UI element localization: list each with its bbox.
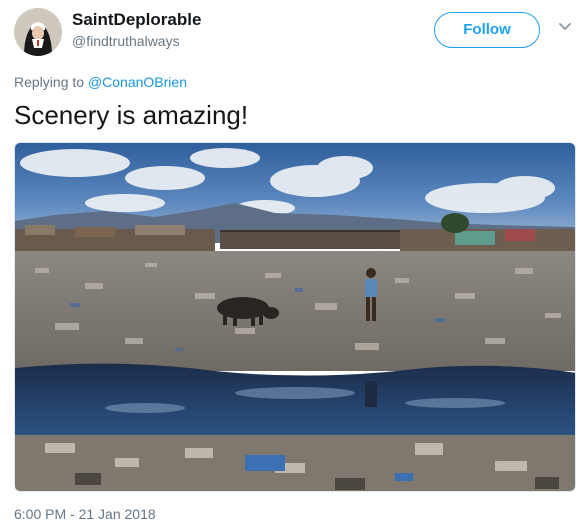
chevron-down-icon[interactable] bbox=[556, 18, 574, 36]
follow-button[interactable]: Follow bbox=[434, 12, 540, 48]
user-handle[interactable]: @findtruthalways bbox=[72, 33, 180, 49]
reply-context: Replying to @ConanOBrien bbox=[14, 74, 187, 90]
avatar[interactable] bbox=[14, 8, 62, 56]
reply-mention-link[interactable]: @ConanOBrien bbox=[88, 74, 187, 90]
tweet-card: SaintDeplorable @findtruthalways Follow … bbox=[0, 0, 588, 528]
tweet-timestamp[interactable]: 6:00 PM - 21 Jan 2018 bbox=[14, 506, 156, 522]
tweet-text: Scenery is amazing! bbox=[14, 100, 249, 130]
reply-prefix: Replying to bbox=[14, 74, 85, 90]
tweet-photo[interactable] bbox=[14, 142, 576, 492]
display-name[interactable]: SaintDeplorable bbox=[72, 10, 201, 30]
